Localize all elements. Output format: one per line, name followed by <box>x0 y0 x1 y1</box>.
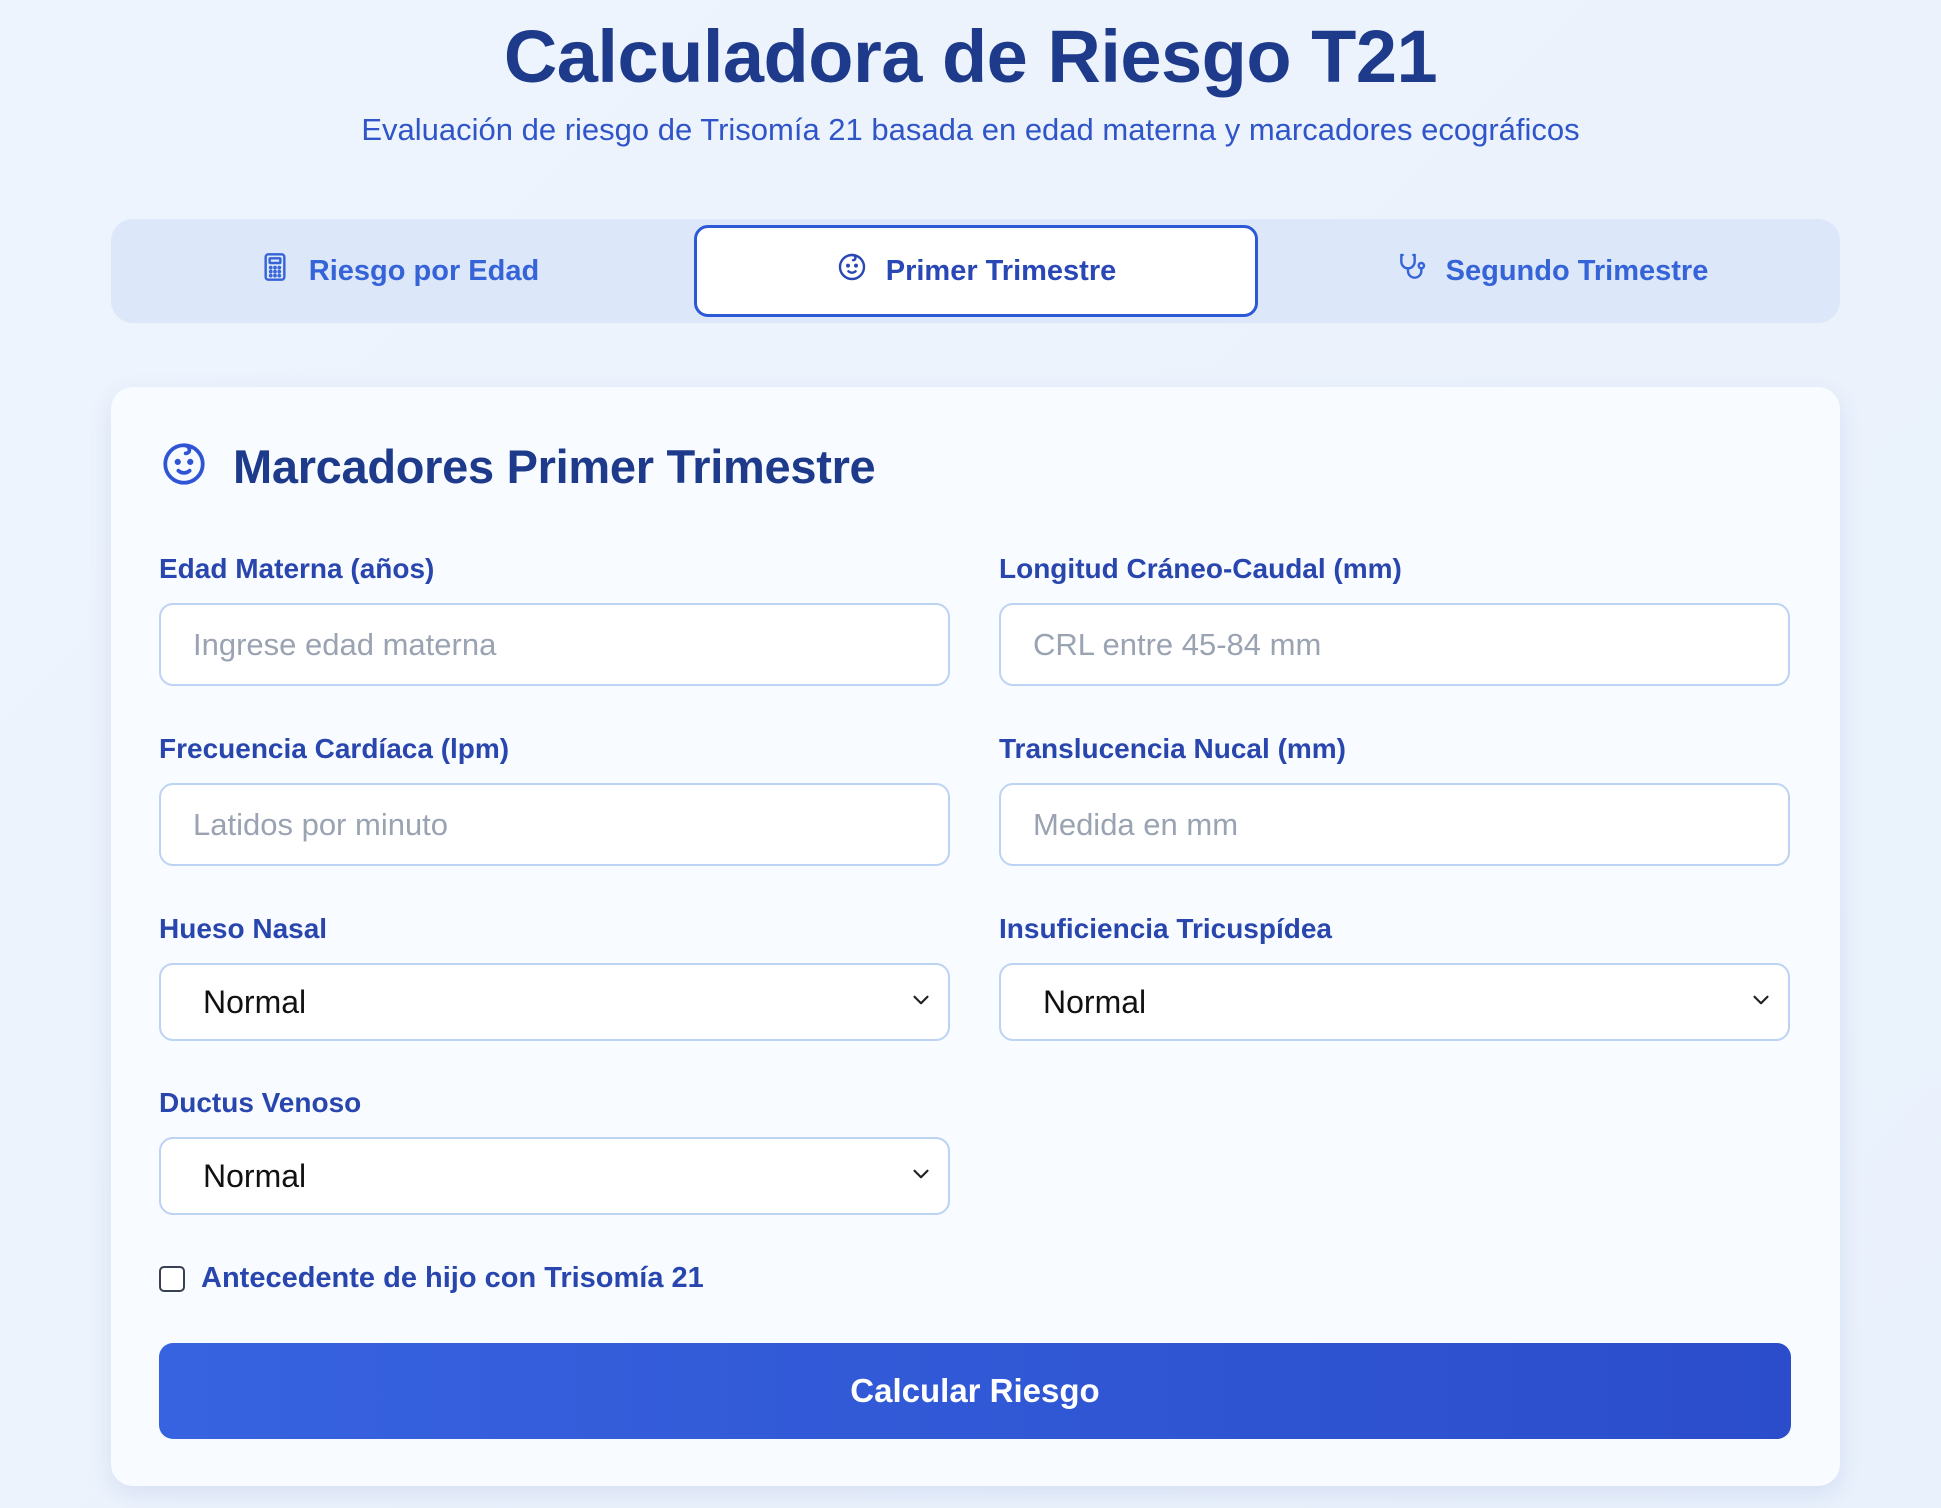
maternal-age-field: Edad Materna (años) <box>159 549 950 686</box>
nuchal-field: Translucencia Nucal (mm) <box>999 729 1790 866</box>
tab-primer-trimestre[interactable]: Primer Trimestre <box>694 225 1258 317</box>
maternal-age-input[interactable] <box>159 603 950 686</box>
chevron-down-icon <box>908 984 934 1021</box>
tab-label: Riesgo por Edad <box>308 254 540 287</box>
nasal-bone-select[interactable]: Normal <box>159 963 950 1041</box>
ductus-select[interactable]: Normal <box>159 1137 950 1215</box>
tricuspid-field: Insuficiencia Tricuspídea Normal <box>999 909 1790 1041</box>
chevron-down-icon <box>1748 984 1774 1021</box>
stethoscope-icon <box>1396 251 1428 291</box>
page: Calculadora de Riesgo T21 Evaluación de … <box>0 0 1941 1508</box>
baby-face-icon <box>836 251 868 291</box>
nasal-bone-field: Hueso Nasal Normal <box>159 909 950 1041</box>
baby-face-icon <box>159 439 209 494</box>
tab-bar: Riesgo por Edad Primer Trimestre Segundo… <box>111 219 1840 323</box>
tab-riesgo-por-edad[interactable]: Riesgo por Edad <box>117 225 681 317</box>
tab-label: Segundo Trimestre <box>1445 254 1709 287</box>
history-checkbox-label[interactable]: Antecedente de hijo con Trisomía 21 <box>201 1262 704 1295</box>
tricuspid-value: Normal <box>1043 983 1147 1020</box>
tricuspid-select[interactable]: Normal <box>999 963 1790 1041</box>
chevron-down-icon <box>908 1158 934 1195</box>
page-subtitle: Evaluación de riesgo de Trisomía 21 basa… <box>361 112 1580 147</box>
nasal-bone-label: Hueso Nasal <box>159 913 328 944</box>
history-checkbox[interactable] <box>159 1265 185 1292</box>
calculator-icon <box>259 251 291 291</box>
tab-segundo-trimestre[interactable]: Segundo Trimestre <box>1270 225 1834 317</box>
ductus-field: Ductus Venoso Normal <box>159 1083 950 1215</box>
card-header: Marcadores Primer Trimestre <box>159 439 876 494</box>
nuchal-label: Translucencia Nucal (mm) <box>999 733 1347 764</box>
calculate-risk-button[interactable]: Calcular Riesgo <box>159 1343 1791 1439</box>
nasal-bone-value: Normal <box>203 983 307 1020</box>
card-title: Marcadores Primer Trimestre <box>233 440 876 493</box>
heart-rate-label: Frecuencia Cardíaca (lpm) <box>159 733 510 764</box>
crl-label: Longitud Cráneo-Caudal (mm) <box>999 553 1402 584</box>
heart-rate-field: Frecuencia Cardíaca (lpm) <box>159 729 950 866</box>
history-checkbox-row: Antecedente de hijo con Trisomía 21 <box>159 1262 704 1295</box>
maternal-age-label: Edad Materna (años) <box>159 553 435 584</box>
ductus-label: Ductus Venoso <box>159 1087 362 1118</box>
tab-label: Primer Trimestre <box>885 254 1117 287</box>
page-title: Calculadora de Riesgo T21 <box>503 15 1438 98</box>
form-card: Marcadores Primer Trimestre Edad Materna… <box>111 387 1840 1486</box>
ductus-value: Normal <box>203 1157 307 1194</box>
tricuspid-label: Insuficiencia Tricuspídea <box>999 913 1333 944</box>
heart-rate-input[interactable] <box>159 783 950 866</box>
crl-field: Longitud Cráneo-Caudal (mm) <box>999 549 1790 686</box>
nuchal-input[interactable] <box>999 783 1790 866</box>
crl-input[interactable] <box>999 603 1790 686</box>
